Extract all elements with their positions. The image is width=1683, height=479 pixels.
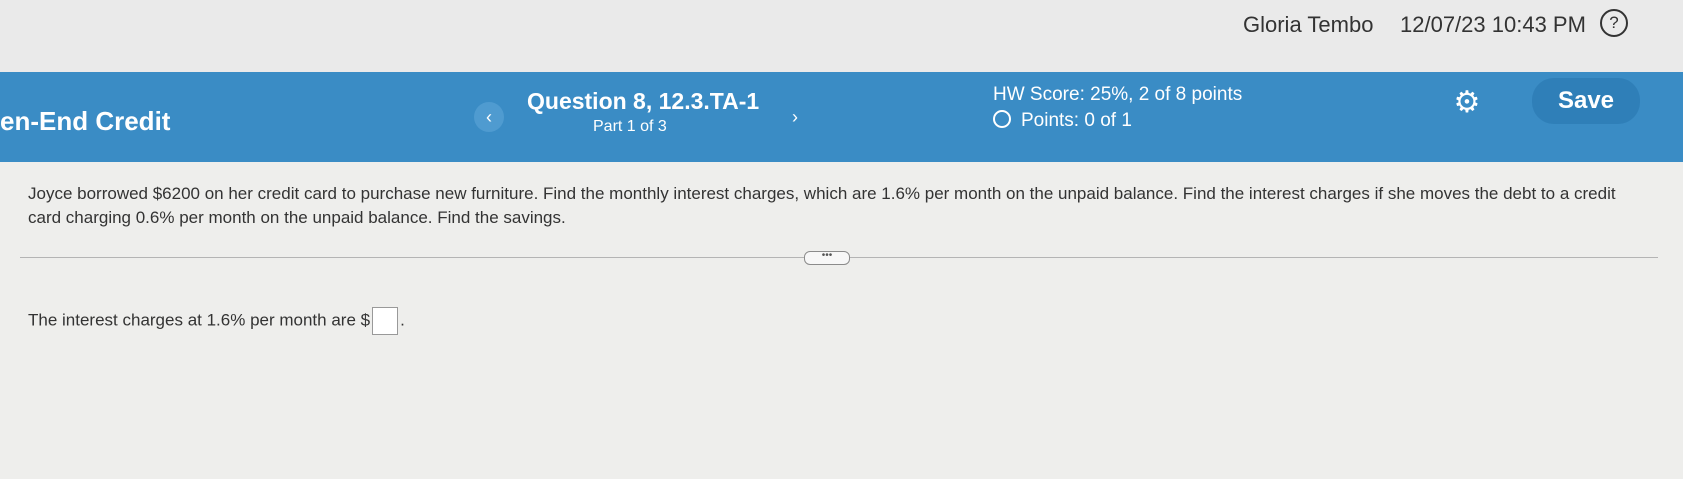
course-title: en-End Credit <box>0 106 171 136</box>
question-title: Question 8, 12.3.TA-1 <box>527 88 760 114</box>
expand-question-button[interactable]: ••• <box>804 251 850 265</box>
user-name: Gloria Tembo <box>1243 12 1374 37</box>
points-label: Points: 0 of 1 <box>1021 110 1132 131</box>
top-bar: Gloria Tembo 12/07/23 10:43 PM ? <box>0 0 1683 72</box>
question-content: Joyce borrowed $6200 on her credit card … <box>0 162 1683 479</box>
points-status: Points: 0 of 1 <box>993 110 1132 132</box>
previous-question-button[interactable]: ‹ <box>474 102 504 132</box>
hw-score: HW Score: 25%, 2 of 8 points <box>993 84 1243 105</box>
answer-suffix: . <box>400 310 405 330</box>
gear-icon[interactable]: ⚙ <box>1450 86 1484 120</box>
next-question-button[interactable]: › <box>780 102 810 132</box>
help-icon[interactable]: ? <box>1600 9 1628 37</box>
question-header: en-End Credit ‹ Question 8, 12.3.TA-1 Pa… <box>0 72 1683 162</box>
question-part: Part 1 of 3 <box>593 118 667 135</box>
answer-line: The interest charges at 1.6% per month a… <box>28 307 405 335</box>
answer-input[interactable] <box>372 307 399 335</box>
answer-prompt: The interest charges at 1.6% per month a… <box>28 310 371 330</box>
question-text: Joyce borrowed $6200 on her credit card … <box>28 184 1616 227</box>
status-circle-icon <box>993 110 1011 128</box>
timestamp: 12/07/23 10:43 PM <box>1400 12 1586 37</box>
save-button[interactable]: Save <box>1532 78 1640 124</box>
